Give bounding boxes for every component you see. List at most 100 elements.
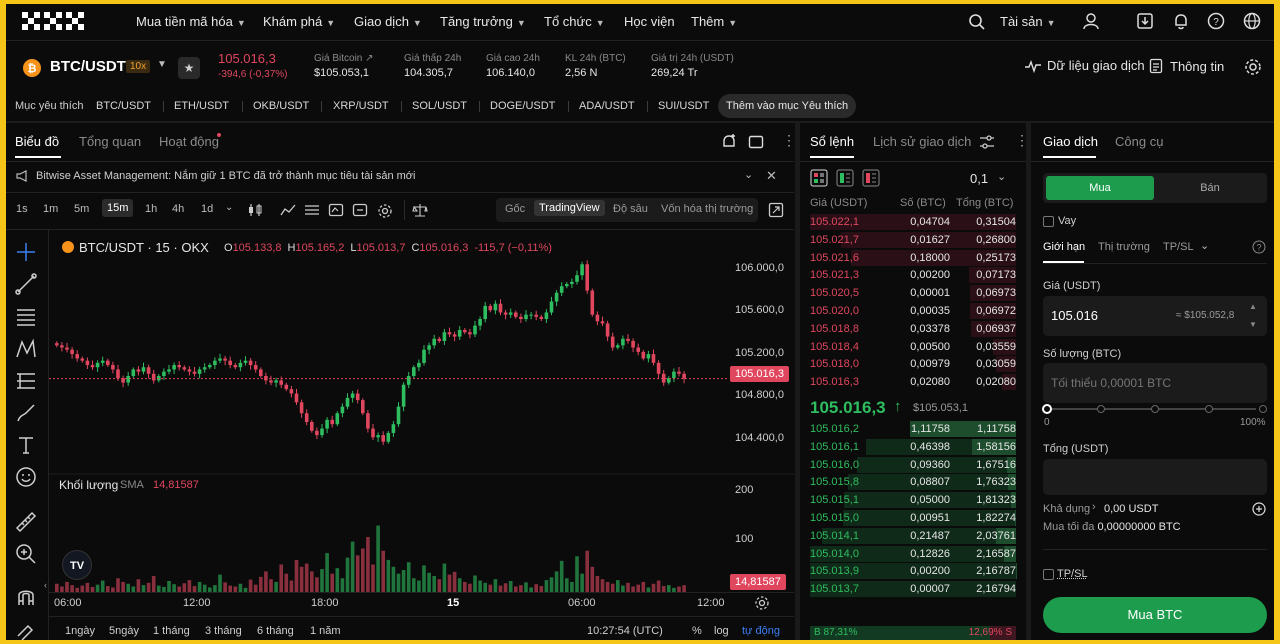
slider-stop[interactable] <box>1259 405 1267 413</box>
scale-icon[interactable] <box>412 203 428 217</box>
favorite-item[interactable]: ETH/USDT <box>174 94 229 118</box>
tab-trade[interactable]: Giao dịch <box>1043 134 1098 149</box>
view-original[interactable]: Gốc <box>505 203 525 215</box>
price-chart[interactable] <box>49 230 794 615</box>
ask-row[interactable]: 105.021,3 0,00200 0,07173 <box>810 266 1016 284</box>
nav-academy[interactable]: Học viện <box>624 14 675 29</box>
close-icon[interactable]: ✕ <box>766 168 777 184</box>
layout-asks-icon[interactable] <box>862 169 880 187</box>
favorite-item[interactable]: DOGE/USDT <box>490 94 555 118</box>
bid-row[interactable]: 105.016,2 1,11758 1,11758 <box>810 420 1016 438</box>
slider-stop[interactable] <box>1205 405 1213 413</box>
tab-tools[interactable]: Công cụ <box>1115 134 1163 149</box>
interval-1m[interactable]: 1m <box>43 203 58 215</box>
external-link-icon[interactable]: ↗ <box>365 53 373 64</box>
chevron-down-icon[interactable]: ⌄ <box>997 170 1006 183</box>
replay-icon[interactable] <box>352 203 368 217</box>
chevron-down-icon[interactable]: ⌄ <box>1200 239 1209 252</box>
nav-grow[interactable]: Tăng trưởng ▼ <box>440 14 526 29</box>
bid-row[interactable]: 105.015,1 0,05000 1,81323 <box>810 491 1016 509</box>
search-icon[interactable] <box>968 13 986 31</box>
ruler-icon[interactable] <box>14 510 38 534</box>
more-icon[interactable]: ⋮ <box>1015 132 1029 149</box>
horizontal-lines-icon[interactable] <box>14 304 38 328</box>
range-3m[interactable]: 3 tháng <box>205 625 242 637</box>
news-headline[interactable]: Bitwise Asset Management: Nắm giữ 1 BTC … <box>36 170 415 182</box>
interval-5m[interactable]: 5m <box>74 203 89 215</box>
trendline-icon[interactable] <box>14 272 38 296</box>
chevron-down-icon[interactable]: ⌄ <box>744 168 753 181</box>
ask-row[interactable]: 105.016,3 0,02080 0,02080 <box>810 373 1016 391</box>
candle-type-icon[interactable] <box>247 203 263 217</box>
bid-row[interactable]: 105.013,7 0,00007 2,16794 <box>810 580 1016 598</box>
collapse-toolbar-icon[interactable]: ‹ <box>44 580 47 590</box>
favorite-item[interactable]: SUI/USDT <box>658 94 709 118</box>
increase-icon[interactable]: ▲ <box>1249 302 1257 311</box>
ask-row[interactable]: 105.018,8 0,03378 0,06937 <box>810 320 1016 338</box>
chevron-down-icon[interactable]: ⌄ <box>225 202 233 213</box>
okx-logo[interactable] <box>22 12 94 32</box>
sell-tab-button[interactable]: Bán <box>1156 176 1264 200</box>
favorite-item[interactable]: OKB/USDT <box>253 94 309 118</box>
filter-sliders-icon[interactable] <box>979 134 995 150</box>
crosshair-icon[interactable] <box>14 240 38 264</box>
range-1m[interactable]: 1 tháng <box>153 625 190 637</box>
text-tool-icon[interactable] <box>14 433 38 457</box>
info-button[interactable]: Thông tin <box>1149 58 1224 74</box>
total-input[interactable] <box>1043 459 1267 495</box>
brush-icon[interactable] <box>14 401 38 425</box>
help-icon[interactable]: ? <box>1207 12 1225 30</box>
auto-toggle[interactable]: tự động <box>742 625 780 637</box>
bid-row[interactable]: 105.016,1 0,46398 1,58156 <box>810 438 1016 456</box>
fib-icon[interactable] <box>14 369 38 393</box>
window-icon[interactable] <box>748 134 764 150</box>
emoji-icon[interactable] <box>14 465 38 489</box>
bid-row[interactable]: 105.016,0 0,09360 1,67516 <box>810 456 1016 474</box>
order-type-limit[interactable]: Giới hạn <box>1043 241 1085 253</box>
quantity-input[interactable] <box>1043 363 1267 403</box>
chevron-down-icon[interactable]: ▼ <box>157 59 167 70</box>
transfer-add-icon[interactable] <box>1252 502 1266 516</box>
interval-1s[interactable]: 1s <box>16 203 28 215</box>
ask-row[interactable]: 105.022,1 0,04704 0,31504 <box>810 213 1016 231</box>
bid-row[interactable]: 105.014,1 0,21487 2,03761 <box>810 527 1016 545</box>
tab-activity[interactable]: Hoạt động <box>159 134 219 149</box>
fullscreen-icon[interactable] <box>768 202 784 218</box>
ask-row[interactable]: 105.020,5 0,00001 0,06973 <box>810 284 1016 302</box>
percent-toggle[interactable]: % <box>692 625 702 637</box>
nav-institutions[interactable]: Tổ chức ▼ <box>544 14 605 29</box>
user-icon[interactable] <box>1082 12 1100 30</box>
buy-btc-button[interactable]: Mua BTC <box>1043 597 1267 633</box>
chevron-right-icon[interactable]: › <box>1092 501 1096 513</box>
bid-row[interactable]: 105.015,0 0,00951 1,82274 <box>810 509 1016 527</box>
tab-orderbook[interactable]: Sổ lệnh <box>810 134 854 149</box>
indicators-icon[interactable] <box>280 203 296 217</box>
nav-discover[interactable]: Khám phá ▼ <box>263 14 335 29</box>
log-toggle[interactable]: log <box>714 625 729 637</box>
order-type-tpsl[interactable]: TP/SL <box>1163 241 1194 253</box>
ask-row[interactable]: 105.021,6 0,18000 0,25173 <box>810 249 1016 267</box>
range-5d[interactable]: 5ngày <box>109 625 139 637</box>
bid-row[interactable]: 105.015,8 0,08807 1,76323 <box>810 473 1016 491</box>
chart-settings-icon[interactable] <box>377 203 393 219</box>
ask-row[interactable]: 105.018,4 0,00500 0,03559 <box>810 338 1016 356</box>
ask-row[interactable]: 105.020,0 0,00035 0,06972 <box>810 302 1016 320</box>
range-1d[interactable]: 1ngày <box>65 625 95 637</box>
tab-overview[interactable]: Tổng quan <box>79 134 141 149</box>
tab-trade-history[interactable]: Lịch sử giao dịch <box>873 134 971 149</box>
tab-chart[interactable]: Biểu đồ <box>15 134 59 149</box>
lock-drawing-icon[interactable] <box>14 616 38 640</box>
bid-row[interactable]: 105.013,9 0,00200 2,16787 <box>810 562 1016 580</box>
zoom-in-icon[interactable] <box>14 542 38 566</box>
magnet-icon[interactable] <box>14 585 38 609</box>
interval-4h[interactable]: 4h <box>172 203 184 215</box>
axis-settings-icon[interactable] <box>754 595 770 611</box>
trading-data-button[interactable]: Dữ liệu giao dịch <box>1024 58 1145 73</box>
layout-bids-icon[interactable] <box>836 169 854 187</box>
more-icon[interactable]: ⋮ <box>782 132 796 149</box>
utc-clock[interactable]: 10:27:54 (UTC) <box>587 625 663 637</box>
info-icon[interactable]: ? <box>1252 240 1266 254</box>
list-icon[interactable] <box>304 203 320 217</box>
interval-1h[interactable]: 1h <box>145 203 157 215</box>
layout-both-icon[interactable] <box>810 169 828 187</box>
